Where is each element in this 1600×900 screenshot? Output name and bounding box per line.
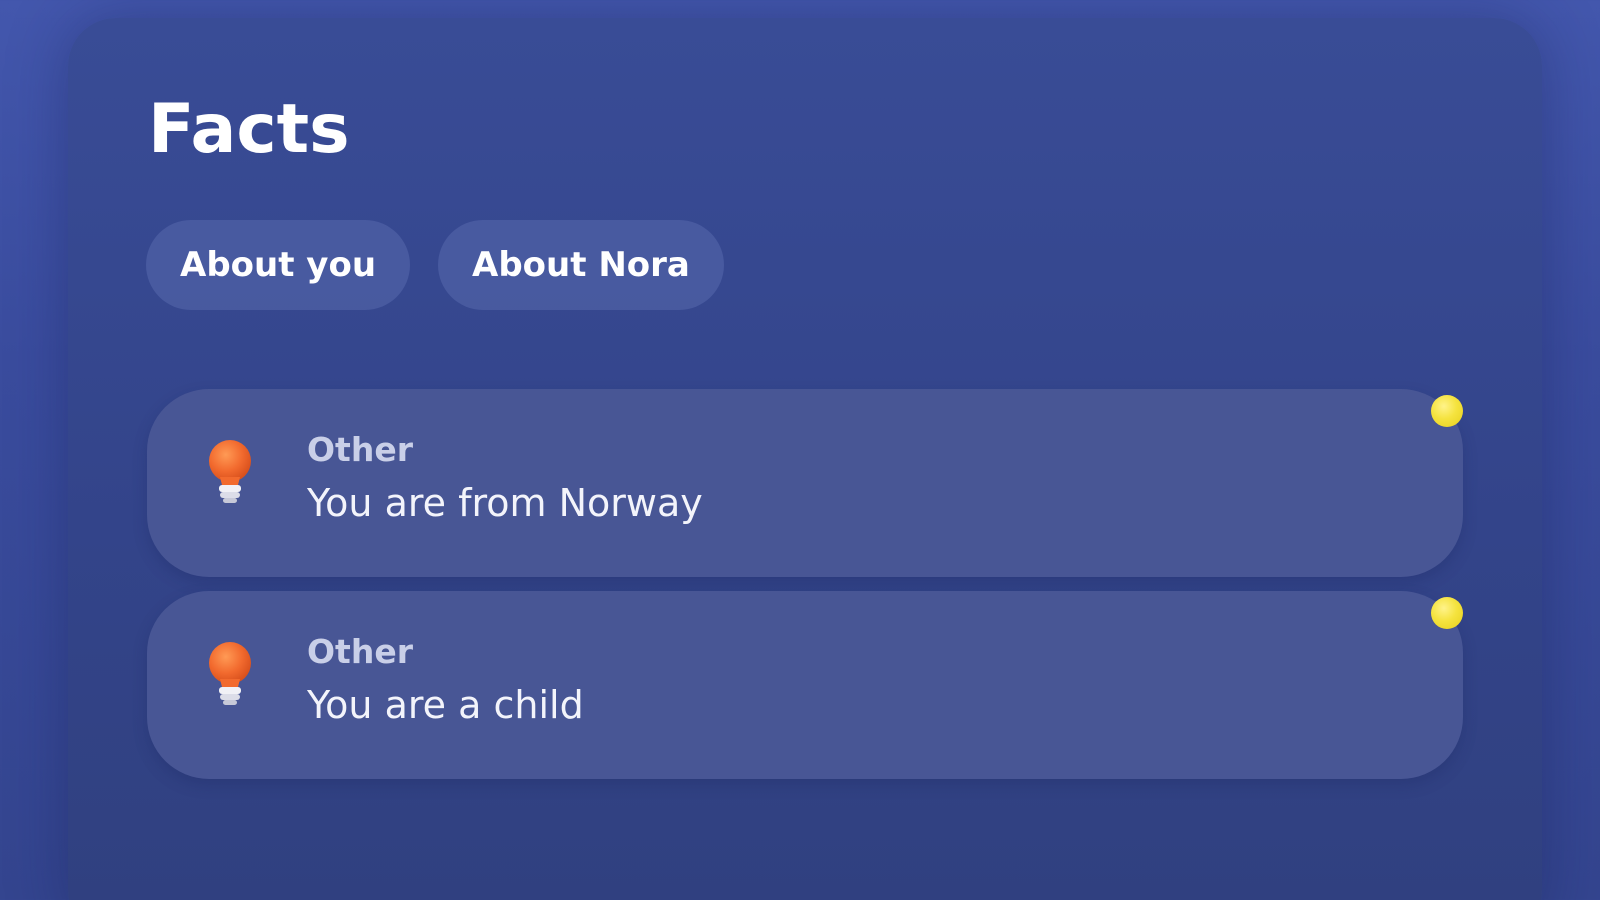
- unread-indicator-dot: [1431, 597, 1463, 629]
- tab-bar: About you About Nora: [146, 220, 724, 310]
- fact-category: Other: [307, 430, 413, 469]
- fact-card[interactable]: Other You are from Norway: [147, 389, 1463, 577]
- fact-value: You are a child: [307, 683, 584, 727]
- fact-card[interactable]: Other You are a child: [147, 591, 1463, 779]
- tab-about-you[interactable]: About you: [146, 220, 411, 310]
- fact-text: Other You are from Norway: [307, 433, 703, 522]
- page-title: Facts: [148, 90, 350, 169]
- facts-panel: Facts About you About Nora Other You are…: [68, 18, 1542, 900]
- fact-value: You are from Norway: [307, 481, 703, 525]
- fact-text: Other You are a child: [307, 635, 584, 724]
- lightbulb-icon: [209, 440, 251, 503]
- facts-list: Other You are from Norway Other You are …: [147, 389, 1463, 793]
- lightbulb-icon: [209, 642, 251, 705]
- unread-indicator-dot: [1431, 395, 1463, 427]
- fact-category: Other: [307, 632, 413, 671]
- tab-about-nora[interactable]: About Nora: [438, 220, 724, 310]
